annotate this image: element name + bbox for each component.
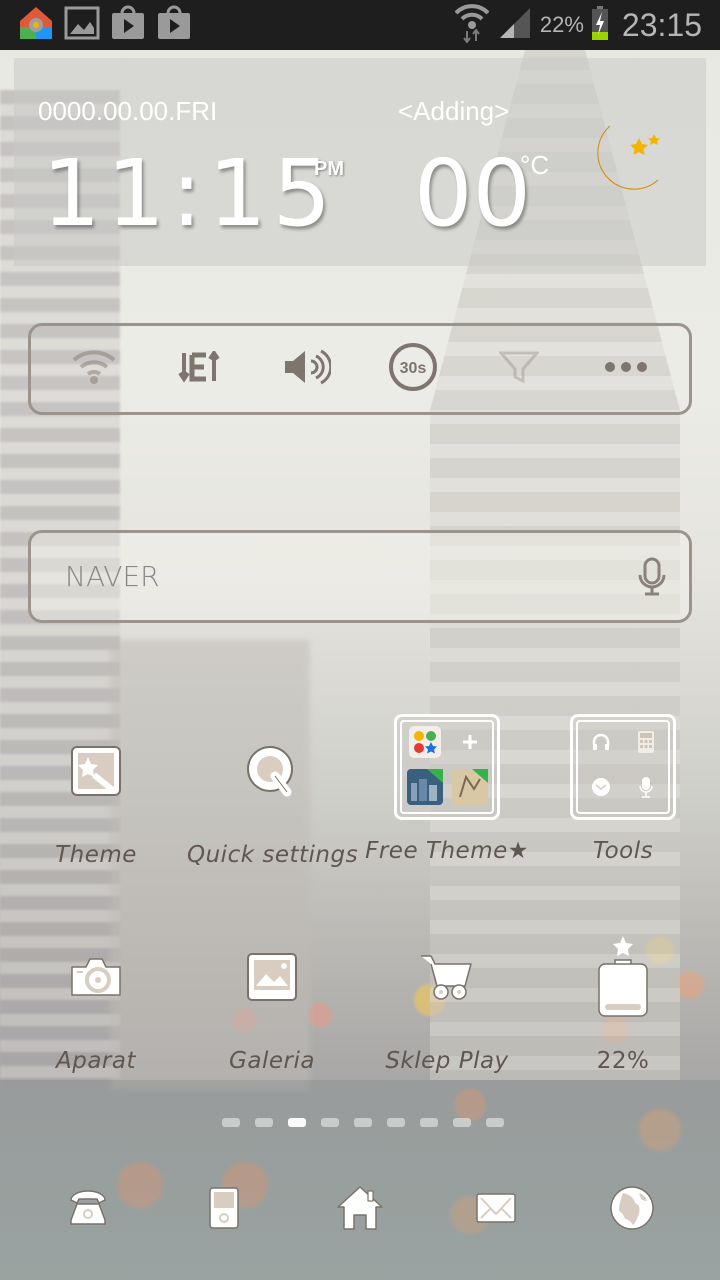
widget-date: 0000.00.00.FRI xyxy=(38,96,218,126)
timer-icon: 30s xyxy=(388,342,438,397)
more-toggle[interactable] xyxy=(598,341,654,397)
page-dot[interactable] xyxy=(486,1118,504,1127)
more-dots-icon xyxy=(603,360,649,379)
theme-thumbnail-city-icon xyxy=(406,769,443,810)
voice-recorder-icon xyxy=(638,776,653,803)
widget-location[interactable]: <Adding> xyxy=(398,96,509,127)
filter-icon xyxy=(498,349,541,390)
battery-charging-icon xyxy=(591,5,608,45)
app-camera[interactable]: Aparat xyxy=(11,922,181,1074)
calculator-icon xyxy=(637,731,654,758)
battery-percent-label: 22% xyxy=(596,1048,650,1074)
quick-q-icon xyxy=(217,716,327,826)
launcher-theme-icon xyxy=(18,5,54,46)
page-dot[interactable] xyxy=(288,1118,306,1127)
page-dot[interactable] xyxy=(420,1118,438,1127)
wifi-toggle[interactable] xyxy=(66,341,122,397)
folder-icon xyxy=(394,714,500,820)
play-store-icon xyxy=(156,5,192,46)
theme-thumbnail-sketch-icon xyxy=(451,769,488,810)
app-gallery[interactable]: Galeria xyxy=(187,922,357,1074)
wifi-icon xyxy=(70,346,118,393)
app-label: Theme xyxy=(55,842,137,868)
app-label: Galeria xyxy=(229,1048,315,1074)
widget-ampm: PM xyxy=(314,158,344,180)
music-player-icon xyxy=(208,1186,240,1235)
page-dot[interactable] xyxy=(222,1118,240,1127)
home-icon xyxy=(336,1185,384,1236)
volume-icon xyxy=(283,349,333,390)
clock-icon xyxy=(591,777,611,802)
page-indicator[interactable] xyxy=(222,1118,504,1127)
timeout-label: 30s xyxy=(400,360,427,377)
page-dot[interactable] xyxy=(387,1118,405,1127)
add-icon xyxy=(461,733,479,756)
folder-icon xyxy=(570,714,676,820)
app-play-store[interactable]: Sklep Play xyxy=(362,922,532,1074)
battery-level-bar xyxy=(605,1004,641,1010)
gallery-icon xyxy=(217,922,327,1032)
brightness-toggle[interactable] xyxy=(491,341,547,397)
folder-tools[interactable]: Tools xyxy=(538,712,708,864)
magic-wand-icon xyxy=(41,716,151,826)
widget-temp-unit: °C xyxy=(520,150,550,180)
quick-toggles-bar: 30s xyxy=(28,323,692,415)
screen-timeout-toggle[interactable]: 30s xyxy=(385,341,441,397)
data-transfer-icon xyxy=(178,348,222,388)
page-dot[interactable] xyxy=(354,1118,372,1127)
app-label: Quick settings xyxy=(187,842,359,868)
dock xyxy=(0,1175,720,1245)
search-input[interactable]: NAVER xyxy=(65,560,637,593)
app-label: Aparat xyxy=(56,1048,136,1074)
data-toggle[interactable] xyxy=(172,341,228,397)
dock-messages[interactable] xyxy=(466,1180,526,1240)
app-launcher-icon xyxy=(408,726,441,763)
globe-icon xyxy=(609,1185,655,1236)
mail-icon xyxy=(475,1192,517,1229)
app-label: Tools xyxy=(592,838,654,864)
gallery-image-icon xyxy=(64,6,100,45)
camera-icon xyxy=(41,922,151,1032)
clock-weather-widget[interactable]: 0000.00.00.FRI <Adding> 11:15 PM 00 °C xyxy=(14,58,706,266)
phone-icon xyxy=(67,1188,109,1233)
page-dot[interactable] xyxy=(255,1118,273,1127)
dock-phone[interactable] xyxy=(58,1180,118,1240)
dock-home[interactable] xyxy=(330,1180,390,1240)
app-theme[interactable]: Theme xyxy=(11,716,181,868)
folder-free-theme[interactable]: Free Theme★ xyxy=(362,712,532,864)
app-label: Free Theme★ xyxy=(365,838,529,864)
app-quick-settings[interactable]: Quick settings xyxy=(187,716,359,868)
status-time: 23:15 xyxy=(621,6,702,43)
widget-temperature: 00 xyxy=(414,140,532,247)
status-bar[interactable]: 22% 23:15 xyxy=(0,0,720,50)
moon-stars-icon xyxy=(576,118,666,208)
page-dot[interactable] xyxy=(321,1118,339,1127)
battery-widget-icon xyxy=(568,922,678,1032)
headphones-icon xyxy=(591,732,611,757)
wifi-data-icon xyxy=(454,3,490,48)
sound-toggle[interactable] xyxy=(279,341,335,397)
widget-clock-time[interactable]: 11:15 xyxy=(42,140,337,247)
cell-signal-icon xyxy=(498,6,532,45)
mic-icon[interactable] xyxy=(637,557,667,597)
dock-browser[interactable] xyxy=(602,1180,662,1240)
page-dot[interactable] xyxy=(453,1118,471,1127)
naver-search-bar[interactable]: NAVER xyxy=(28,530,692,623)
app-label: Sklep Play xyxy=(385,1048,509,1074)
shopping-cart-icon xyxy=(392,922,502,1032)
battery-percent: 22% xyxy=(539,12,584,37)
dock-music-player[interactable] xyxy=(194,1180,254,1240)
play-store-icon xyxy=(110,5,146,46)
battery-widget[interactable]: 22% xyxy=(538,922,708,1074)
